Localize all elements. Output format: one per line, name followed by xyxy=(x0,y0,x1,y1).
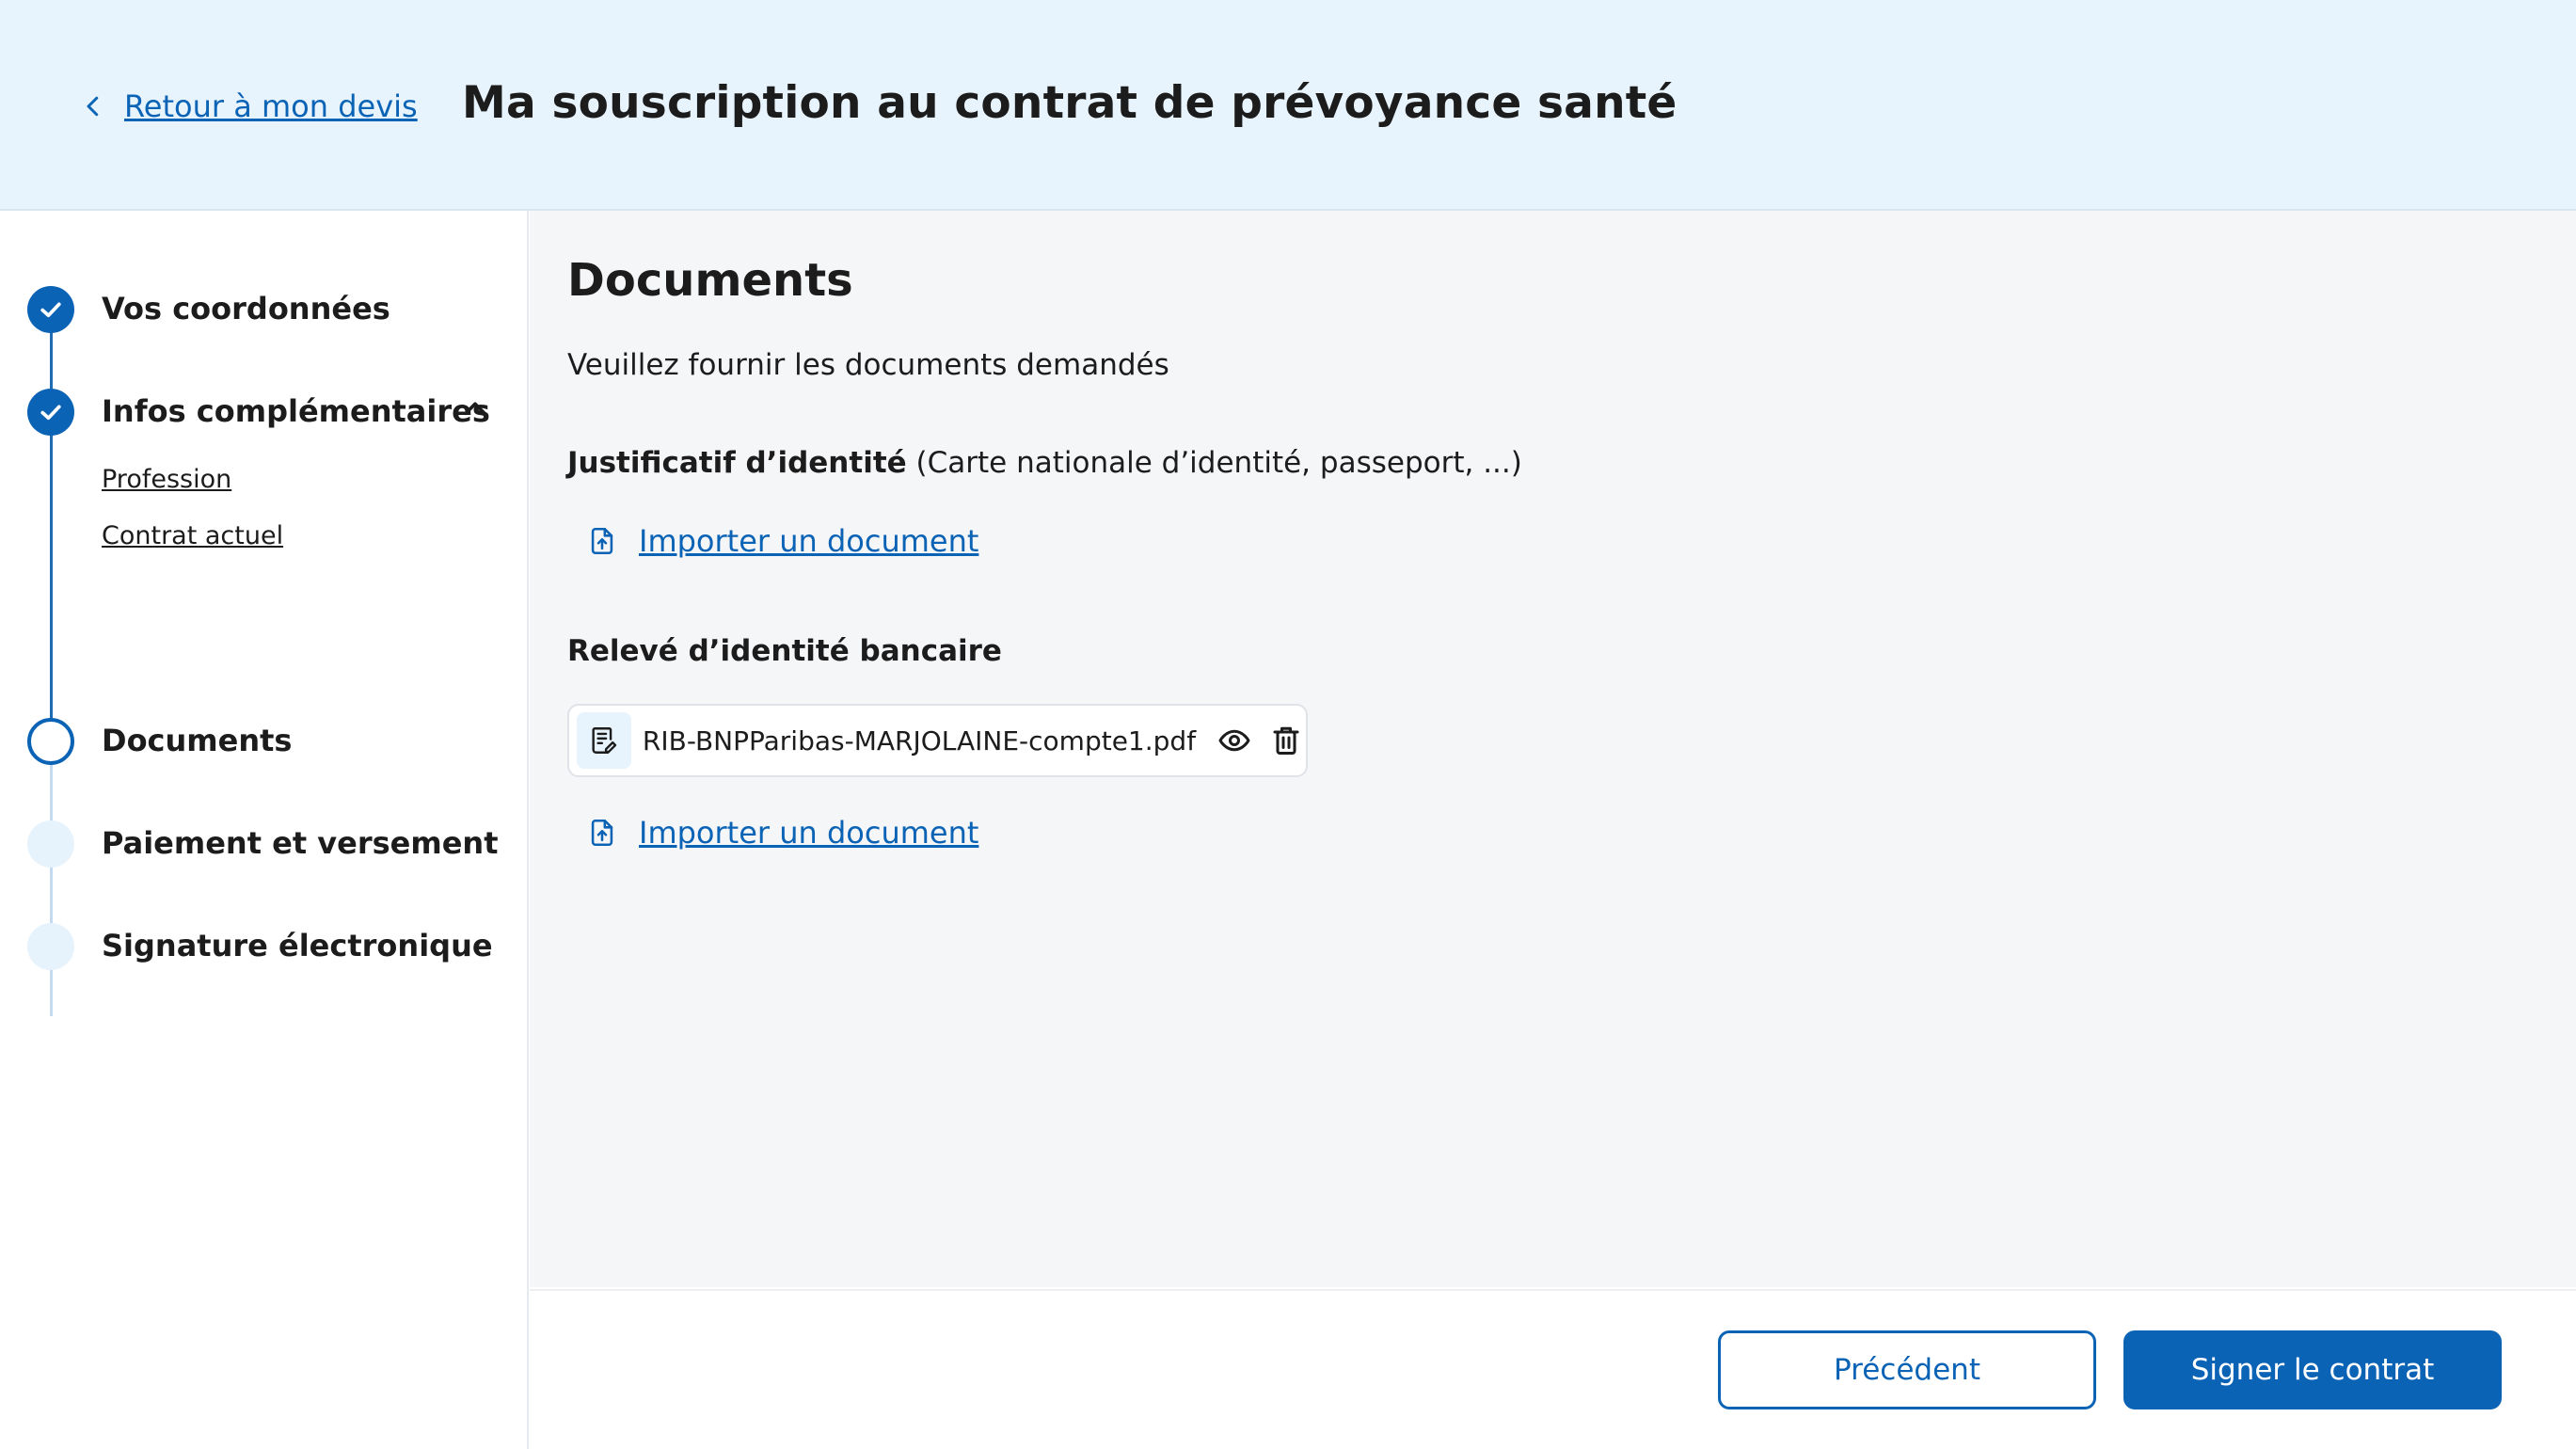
action-footer: Précédent Signer le contrat xyxy=(530,1289,2576,1449)
step-todo-indicator xyxy=(27,820,74,868)
identity-doc-hint: (Carte nationale d’identité, passeport, … xyxy=(906,446,1522,480)
chevron-left-icon xyxy=(87,96,99,117)
identity-doc-heading: Justificatif d’identité (Carte nationale… xyxy=(567,446,1522,480)
step-done-indicator xyxy=(27,389,74,436)
import-bank-document-link[interactable]: Importer un document xyxy=(586,815,978,851)
chevron-up-icon[interactable] xyxy=(459,393,491,425)
identity-doc-label: Justificatif d’identité xyxy=(567,446,907,480)
step-payment: Paiement et versement xyxy=(102,825,499,861)
back-to-quote-link[interactable]: Retour à mon devis xyxy=(79,85,418,128)
step-documents[interactable]: Documents xyxy=(102,723,292,758)
check-icon xyxy=(40,302,61,318)
file-upload-icon xyxy=(591,527,613,555)
preview-file-button[interactable] xyxy=(1215,720,1254,761)
documents-panel: Documents Veuillez fournir les documents… xyxy=(530,211,2576,1287)
step-current-indicator xyxy=(27,718,74,765)
file-type-badge xyxy=(577,712,631,769)
section-title: Documents xyxy=(567,254,853,307)
stepper-sidebar: Vos coordonnées Infos complémentaires Pr… xyxy=(0,211,529,1449)
substep-profession[interactable]: Profession xyxy=(102,465,231,494)
section-intro: Veuillez fournir les documents demandés xyxy=(567,348,1169,382)
page-title: Ma souscription au contrat de prévoyance… xyxy=(462,77,1678,129)
back-link-label: Retour à mon devis xyxy=(124,88,418,124)
page-header: Retour à mon devis Ma souscription au co… xyxy=(0,0,2576,211)
eye-icon xyxy=(1218,729,1250,752)
step-todo-indicator xyxy=(27,923,74,970)
uploaded-file-name: RIB-BNPParibas-MARJOLAINE-compte1.pdf xyxy=(642,724,1197,756)
check-icon xyxy=(40,405,61,421)
step-contact-details[interactable]: Vos coordonnées xyxy=(102,291,390,326)
uploaded-file-chip: RIB-BNPParibas-MARJOLAINE-compte1.pdf xyxy=(567,704,1308,777)
delete-file-button[interactable] xyxy=(1266,720,1306,761)
stepper-line-pending xyxy=(50,741,53,1016)
step-e-signature: Signature électronique xyxy=(102,928,493,963)
import-identity-document-link[interactable]: Importer un document xyxy=(586,523,978,559)
sign-contract-button[interactable]: Signer le contrat xyxy=(2123,1330,2502,1409)
previous-button[interactable]: Précédent xyxy=(1718,1330,2096,1409)
step-done-indicator xyxy=(27,286,74,333)
substep-current-contract[interactable]: Contrat actuel xyxy=(102,521,283,550)
step-additional-info[interactable]: Infos complémentaires xyxy=(102,393,490,429)
stepper-line-completed xyxy=(50,309,53,741)
bank-doc-heading: Relevé d’identité bancaire xyxy=(567,634,1002,668)
import-identity-label: Importer un document xyxy=(639,523,979,559)
file-upload-icon xyxy=(591,819,613,847)
trash-icon xyxy=(1273,726,1299,755)
import-bank-label: Importer un document xyxy=(639,815,979,851)
document-signed-icon xyxy=(592,727,617,754)
